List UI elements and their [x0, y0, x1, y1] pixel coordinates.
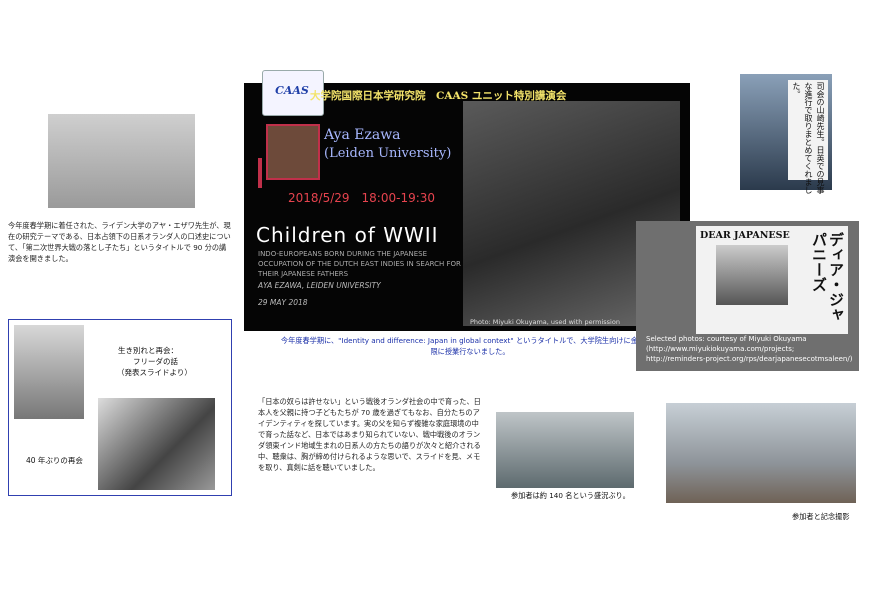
group-photo [666, 403, 856, 503]
book-credit-3: http://reminders-project.org/rps/dearjap… [646, 355, 853, 363]
moderator-caption-col3: た。 [792, 82, 801, 98]
book-photo [716, 245, 788, 305]
poster-datetime: 2018/5/29 18:00-19:30 [288, 191, 436, 205]
poster-author: AYA EZAWA, LEIDEN UNIVERSITY [258, 281, 381, 290]
group-caption: 参加者と記念撮影 [792, 512, 850, 521]
body-text: 「日本の奴らは許せない」という戦後オランダ社会の中で育った、日本人を父親に持つ子… [258, 397, 481, 472]
slide-photo-old [14, 325, 84, 419]
poster-photo-credit: Photo: Miyuki Okuyama, used with permiss… [470, 318, 620, 326]
audience-caption: 参加者は約 140 名という盛況ぶり。 [511, 491, 630, 500]
poster-date: 29 MAY 2018 [258, 298, 308, 307]
book-credit-1: Selected photos: courtesy of Miyuki Okuy… [646, 335, 807, 343]
reunion-caption: 40 年ぶりの再会 [26, 456, 83, 465]
book-credit-2: (http://www.miyukiokuyama.com/projects; [646, 345, 795, 353]
poster-caption: 今年度春学期に、"Identity and difference: Japan … [280, 336, 660, 356]
slide-text-1: 生き別れと再会： [118, 346, 178, 355]
speaker-name: Aya Ezawa [324, 127, 401, 143]
poster-accent-bar [258, 158, 262, 188]
book-title-jp: ディア・ジャパニーズ [810, 232, 845, 322]
poster-subtitle: INDO-EUROPEANS BORN DURING THE JAPANESE … [258, 250, 461, 278]
moderator-caption-col2: な進行で取りまとめてくれまし [804, 82, 813, 194]
speaker-portrait [266, 124, 320, 180]
slide-photo-reunion [98, 398, 215, 490]
audience-photo [496, 412, 634, 488]
speaker-affiliation: (Leiden University) [324, 146, 452, 161]
poster-main-title: Children of WWII [256, 223, 439, 247]
slide-text-2: フリーダの話 [133, 357, 178, 366]
lecture-photo [48, 114, 195, 208]
lecture-caption: 今年度春学期に着任された、ライデン大学のアヤ・エザワ先生が、現在の研究テーマであ… [8, 221, 231, 263]
book-title: DEAR JAPANESE [700, 230, 790, 241]
moderator-caption-col1: 司会の山崎先生。日英での見事 [816, 82, 825, 194]
slide-text-3: （発表スライドより） [117, 368, 192, 377]
